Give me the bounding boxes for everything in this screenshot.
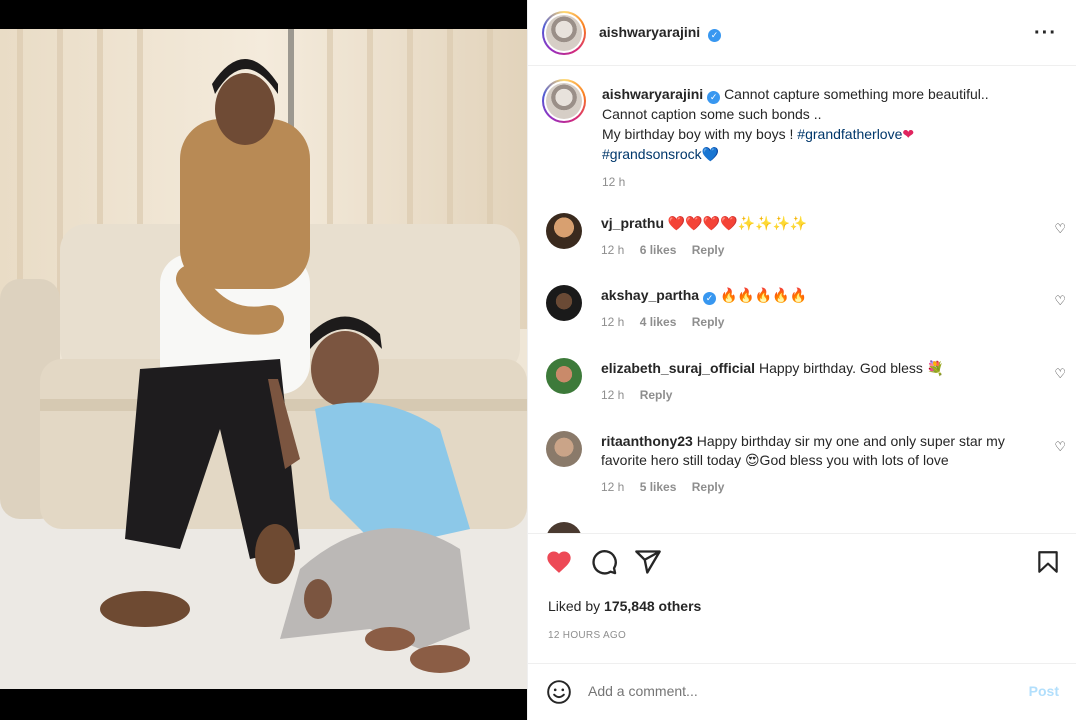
author-username[interactable]: aishwaryarajini bbox=[599, 24, 700, 40]
post-header: aishwaryarajini ✓ ··· bbox=[528, 0, 1076, 66]
verified-icon: ✓ bbox=[708, 28, 722, 42]
post-media-panel bbox=[0, 0, 527, 720]
post-photo[interactable] bbox=[0, 29, 527, 689]
commenter-username[interactable]: ritaanthony23 bbox=[601, 433, 693, 449]
caption-age[interactable]: 12 h bbox=[602, 175, 625, 189]
reply-button[interactable]: Reply bbox=[640, 388, 673, 402]
comment-text: 🔥🔥🔥🔥🔥 bbox=[719, 287, 808, 303]
family-photo-illustration bbox=[0, 29, 527, 689]
comment-item-partial bbox=[546, 522, 1066, 533]
commenter-username[interactable]: elizabeth_suraj_official bbox=[601, 360, 755, 376]
comment-item: ritaanthony23 Happy birthday sir my one … bbox=[546, 431, 1066, 497]
caption-author-avatar[interactable] bbox=[542, 79, 586, 123]
add-comment-bar: Post bbox=[528, 663, 1076, 720]
comment-item: elizabeth_suraj_official Happy birthday.… bbox=[546, 358, 1066, 405]
hashtag-link[interactable]: #grandfatherlove bbox=[797, 126, 902, 142]
commenter-username[interactable]: vj_prathu bbox=[601, 215, 664, 231]
comment-icon[interactable] bbox=[590, 548, 618, 576]
caption-line-2: Cannot caption some such bonds .. bbox=[602, 106, 822, 122]
hashtag-link[interactable]: #grandsonsrock bbox=[602, 146, 702, 162]
author-avatar[interactable] bbox=[542, 10, 586, 55]
post-timestamp[interactable]: 12 HOURS AGO bbox=[548, 630, 626, 641]
verified-icon: ✓ bbox=[703, 292, 717, 305]
commenter-avatar[interactable] bbox=[546, 431, 582, 467]
comment-input[interactable] bbox=[588, 683, 988, 699]
comment-age[interactable]: 12 h bbox=[601, 315, 624, 329]
comment-like-heart-icon[interactable]: ♡ bbox=[1054, 293, 1066, 309]
commenter-username[interactable]: akshay_partha bbox=[601, 287, 699, 303]
comment-age[interactable]: 12 h bbox=[601, 388, 624, 402]
verified-icon: ✓ bbox=[707, 91, 721, 104]
likes-summary[interactable]: Liked by 175,848 others bbox=[548, 598, 701, 614]
reply-button[interactable]: Reply bbox=[692, 243, 725, 257]
comment-item: vj_prathu ❤️❤️❤️❤️✨✨✨✨ 12 h 6 likes Repl… bbox=[546, 213, 1066, 260]
emoji-icon[interactable] bbox=[546, 679, 572, 705]
comment-item: akshay_partha ✓ 🔥🔥🔥🔥🔥 12 h 4 likes Reply … bbox=[546, 285, 1066, 332]
comment-like-heart-icon[interactable]: ♡ bbox=[1054, 221, 1066, 237]
comment-like-heart-icon[interactable]: ♡ bbox=[1054, 439, 1066, 455]
comment-likes[interactable]: 6 likes bbox=[640, 243, 677, 257]
caption-username[interactable]: aishwaryarajini bbox=[602, 86, 703, 102]
heart-emoji: ❤ bbox=[902, 126, 915, 142]
heart-icon[interactable] bbox=[544, 548, 574, 576]
commenter-avatar[interactable] bbox=[546, 213, 582, 249]
liked-by-count[interactable]: 175,848 others bbox=[604, 598, 701, 614]
caption-line-1: Cannot capture something more beautiful.… bbox=[724, 86, 989, 102]
comment-text: ❤️❤️❤️❤️✨✨✨✨ bbox=[667, 215, 808, 231]
reply-button[interactable]: Reply bbox=[692, 315, 725, 329]
caption-line-3: My birthday boy with my boys ! bbox=[602, 126, 798, 142]
comment-age[interactable]: 12 h bbox=[601, 480, 624, 494]
post-actions: Liked by 175,848 others 12 HOURS AGO bbox=[528, 533, 1076, 663]
author-username-link[interactable]: aishwaryarajini ✓ bbox=[599, 24, 722, 42]
commenter-avatar[interactable] bbox=[546, 522, 582, 533]
blue-heart-emoji: 💙 bbox=[701, 146, 720, 162]
comment-like-heart-icon[interactable]: ♡ bbox=[1054, 366, 1066, 382]
share-icon[interactable] bbox=[634, 548, 662, 576]
post-side-panel: aishwaryarajini ✓ ··· aishwaryarajini ✓ C… bbox=[527, 0, 1076, 720]
comments-list[interactable]: aishwaryarajini ✓ Cannot capture somethin… bbox=[528, 67, 1076, 533]
comment-text: Happy birthday. God bless 💐 bbox=[758, 360, 945, 376]
reply-button[interactable]: Reply bbox=[692, 480, 725, 494]
post-caption: aishwaryarajini ✓ Cannot capture somethin… bbox=[542, 79, 1042, 192]
commenter-avatar[interactable] bbox=[546, 358, 582, 394]
commenter-avatar[interactable] bbox=[546, 285, 582, 321]
bookmark-icon[interactable] bbox=[1035, 548, 1061, 576]
more-options-icon[interactable]: ··· bbox=[1034, 22, 1057, 45]
comment-likes[interactable]: 4 likes bbox=[640, 315, 677, 329]
liked-by-prefix: Liked by bbox=[548, 598, 605, 614]
comment-age[interactable]: 12 h bbox=[601, 243, 624, 257]
post-comment-button[interactable]: Post bbox=[1029, 683, 1059, 699]
comment-likes[interactable]: 5 likes bbox=[640, 480, 677, 494]
